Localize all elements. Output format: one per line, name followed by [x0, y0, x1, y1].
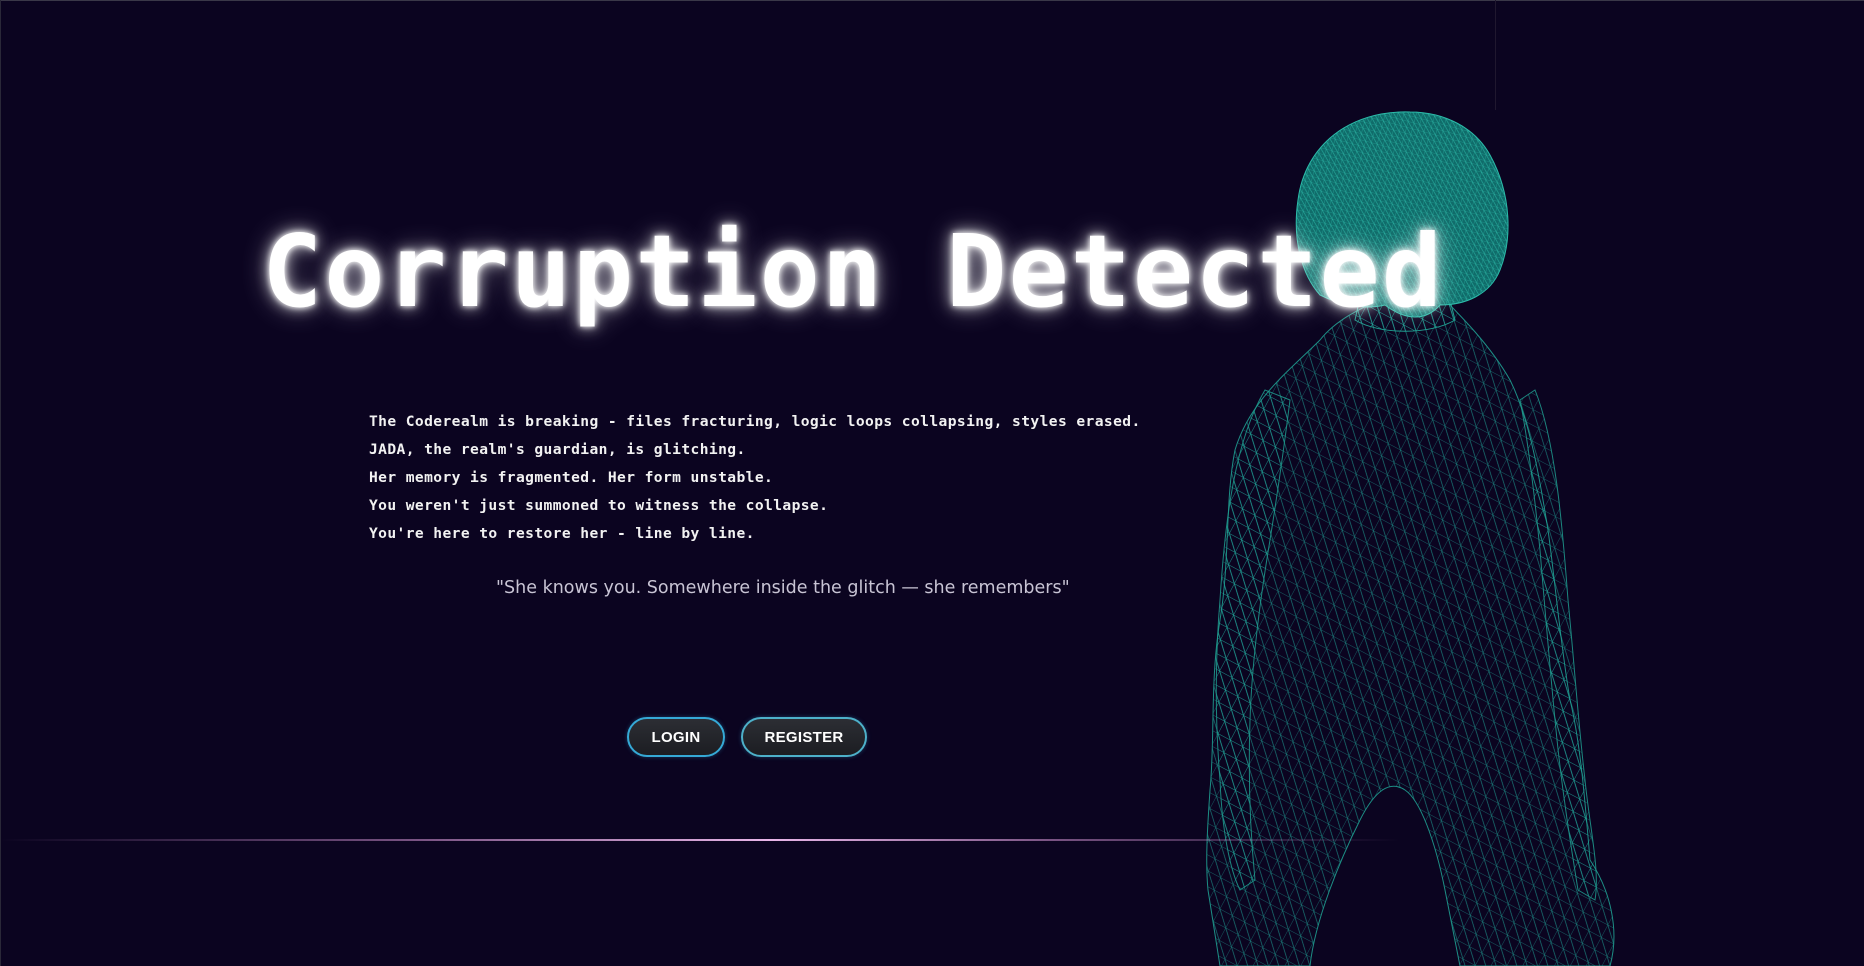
lore-line: You're here to restore her - line by lin…: [369, 525, 755, 542]
lore-text: The Coderealm is breaking - files fractu…: [369, 408, 1141, 548]
login-button[interactable]: LOGIN: [627, 717, 725, 757]
background-line: [1495, 0, 1496, 110]
quote-text: "She knows you. Somewhere inside the gli…: [496, 578, 1070, 598]
register-button[interactable]: REGISTER: [741, 717, 867, 757]
divider: [0, 839, 1400, 841]
page-title: Corruption Detected: [262, 213, 1444, 330]
lore-line: You weren't just summoned to witness the…: [369, 497, 829, 514]
lore-line: Her memory is fragmented. Her form unsta…: [369, 469, 774, 486]
lore-line: The Coderealm is breaking - files fractu…: [369, 413, 1141, 430]
top-border: [0, 0, 1864, 1]
left-border: [0, 0, 1, 966]
landing-page: Corruption Detected The Coderealm is bre…: [0, 0, 1864, 966]
lore-line: JADA, the realm's guardian, is glitching…: [369, 441, 746, 458]
